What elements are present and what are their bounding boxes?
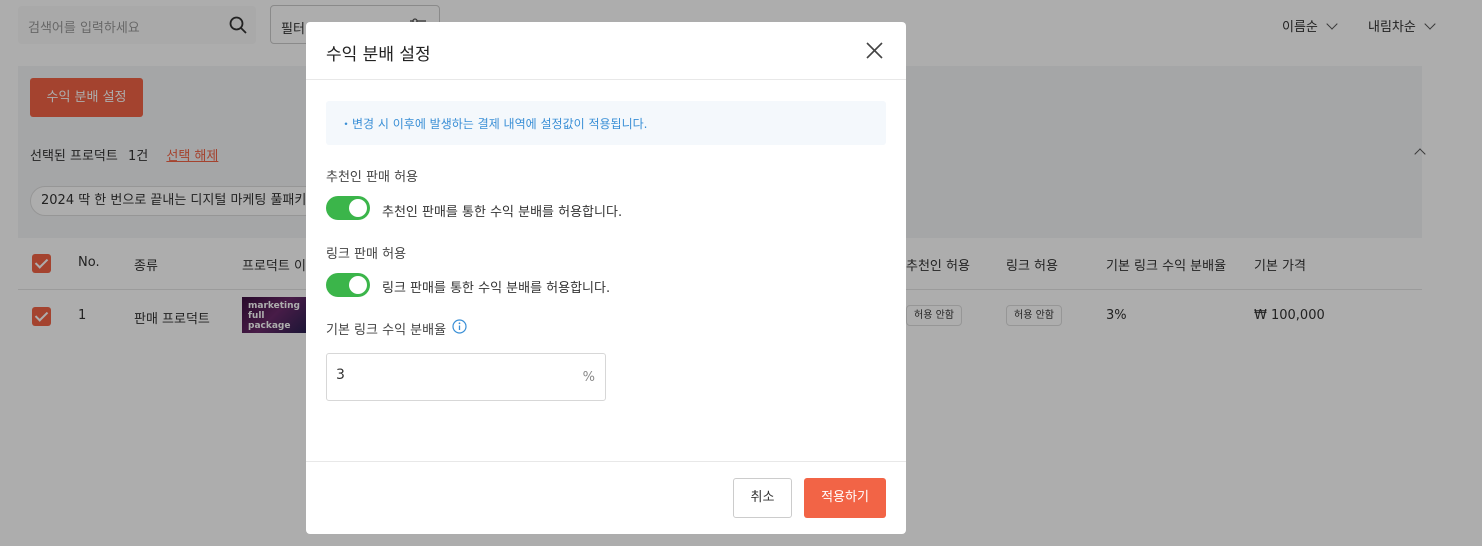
referrer-section-label: 추천인 판매 허용	[326, 170, 418, 185]
referrer-toggle-text: 추천인 판매를 통한 수익 분배를 허용합니다.	[382, 205, 623, 220]
rate-input-field[interactable]: %	[326, 353, 606, 401]
rate-unit: %	[582, 370, 595, 385]
apply-button[interactable]: 적용하기	[804, 478, 886, 518]
info-icon[interactable]	[452, 319, 467, 334]
rate-label: 기본 링크 수익 분배율	[326, 323, 447, 338]
link-section-label: 링크 판매 허용	[326, 247, 407, 262]
cancel-button[interactable]: 취소	[733, 478, 792, 518]
close-icon[interactable]	[866, 42, 883, 59]
modal-header: 수익 분배 설정	[306, 22, 906, 80]
notice-text: ・변경 시 이후에 발생하는 결제 내역에 설정값이 적용됩니다.	[340, 117, 648, 131]
rate-input[interactable]	[336, 367, 566, 383]
modal-title: 수익 분배 설정	[326, 45, 431, 65]
revenue-share-modal: 수익 분배 설정 ・변경 시 이후에 발생하는 결제 내역에 설정값이 적용됩니…	[306, 22, 906, 534]
link-toggle[interactable]	[326, 273, 370, 297]
link-toggle-text: 링크 판매를 통한 수익 분배를 허용합니다.	[382, 281, 611, 296]
referrer-toggle[interactable]	[326, 196, 370, 220]
notice-box: ・변경 시 이후에 발생하는 결제 내역에 설정값이 적용됩니다.	[326, 101, 886, 145]
